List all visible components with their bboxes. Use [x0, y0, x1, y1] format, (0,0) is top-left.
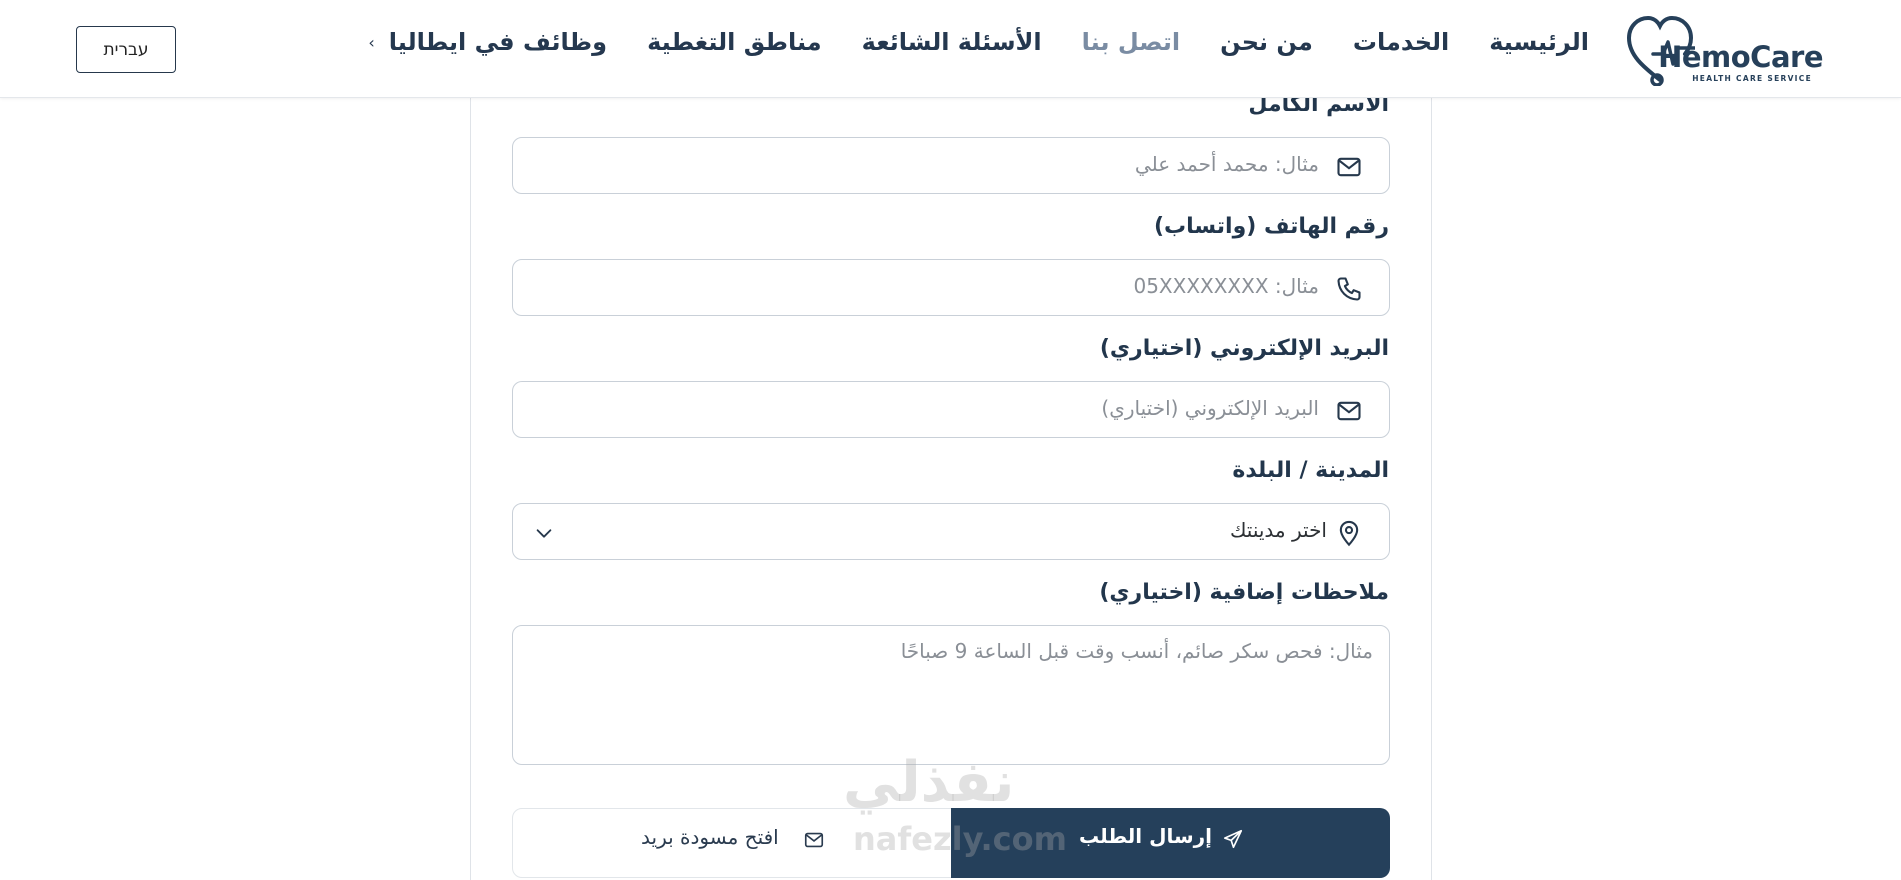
city-select[interactable]: اختر مدينتك — [512, 503, 1390, 560]
mail-icon — [1337, 401, 1361, 421]
nav-home[interactable]: الرئيسية — [1489, 28, 1589, 56]
nav-services[interactable]: الخدمات — [1353, 28, 1449, 56]
notes-label: ملاحظات إضافية (اختياري) — [1099, 580, 1389, 605]
map-pin-icon — [1339, 520, 1359, 547]
email-label: البريد الإلكتروني (اختياري) — [1099, 336, 1389, 361]
language-switch-button[interactable]: עברית — [76, 26, 176, 73]
brand-name: HemoCare — [1658, 40, 1823, 74]
send-icon — [1223, 829, 1243, 849]
city-selected-value: اختر مدينتك — [1229, 518, 1327, 542]
nav-about[interactable]: من نحن — [1220, 28, 1313, 56]
notes-placeholder: مثال: فحص سكر صائم، أنسب وقت قبل الساعة … — [900, 639, 1373, 663]
submit-request-button[interactable]: إرسال الطلب — [951, 808, 1390, 878]
nav-jobs-label: وظائف في ايطاليا — [388, 28, 608, 56]
brand-logo[interactable]: HemoCare HEALTH CARE SERVICE — [1626, 14, 1823, 86]
notes-textarea[interactable]: مثال: فحص سكر صائم، أنسب وقت قبل الساعة … — [512, 625, 1390, 765]
nav-faq[interactable]: الأسئلة الشائعة — [862, 28, 1042, 56]
phone-field[interactable]: مثال: 05XXXXXXXX — [512, 259, 1390, 316]
full-name-placeholder: مثال: محمد أحمد علي — [1134, 152, 1319, 176]
phone-icon — [1337, 277, 1361, 301]
full-name-field[interactable]: مثال: محمد أحمد علي — [512, 137, 1390, 194]
brand-tagline: HEALTH CARE SERVICE — [1692, 74, 1812, 83]
open-email-draft-button[interactable]: افتح مسودة بريد — [512, 808, 952, 878]
main-nav: الرئيسية الخدمات من نحن اتصل بنا الأسئلة… — [368, 28, 1589, 56]
email-placeholder: البريد الإلكتروني (اختياري) — [1101, 396, 1319, 420]
submit-request-label: إرسال الطلب — [1078, 824, 1212, 848]
nav-contact[interactable]: اتصل بنا — [1082, 28, 1180, 56]
nav-coverage[interactable]: مناطق التغطية — [647, 28, 822, 56]
chevron-down-icon — [536, 529, 552, 538]
chevron-left-icon: ‹ — [368, 32, 375, 52]
nav-jobs-italy[interactable]: وظائف في ايطاليا ‹ — [368, 28, 607, 56]
mail-icon — [1337, 157, 1361, 177]
mail-icon — [804, 832, 824, 848]
email-field[interactable]: البريد الإلكتروني (اختياري) — [512, 381, 1390, 438]
city-label: المدينة / البلدة — [1232, 458, 1389, 483]
site-header: HemoCare HEALTH CARE SERVICE الرئيسية ال… — [0, 0, 1901, 98]
phone-label: رقم الهاتف (واتساب) — [1153, 214, 1389, 239]
phone-placeholder: مثال: 05XXXXXXXX — [1133, 274, 1319, 298]
open-email-draft-label: افتح مسودة بريد — [641, 825, 779, 849]
